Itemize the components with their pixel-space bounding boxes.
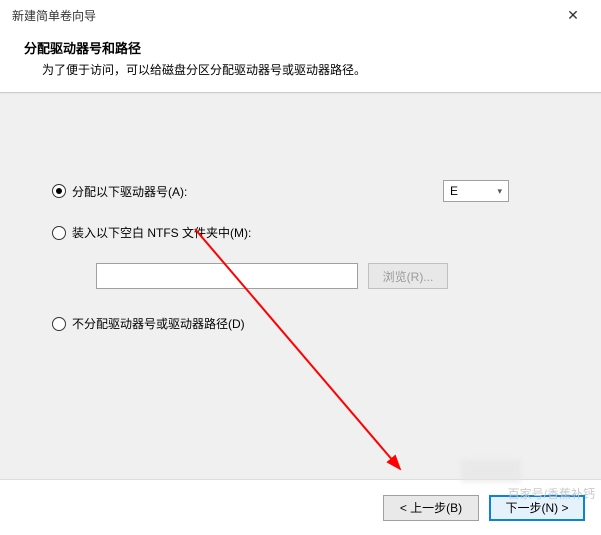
close-button[interactable]: ✕	[553, 2, 593, 28]
chevron-down-icon: ▾	[497, 186, 502, 197]
option-no-assign-label: 不分配驱动器号或驱动器路径(D)	[72, 315, 245, 332]
window-title: 新建简单卷向导	[12, 7, 96, 24]
content-panel: 分配以下驱动器号(A): E ▾ 装入以下空白 NTFS 文件夹中(M): 浏览…	[0, 93, 601, 479]
radio-assign-drive[interactable]	[52, 184, 66, 198]
close-icon: ✕	[567, 7, 579, 24]
wizard-header: 分配驱动器号和路径 为了便于访问，可以给磁盘分区分配驱动器号或驱动器路径。	[0, 30, 601, 93]
drive-letter-value: E	[450, 184, 458, 198]
wizard-footer: < 上一步(B) 下一步(N) >	[0, 479, 601, 535]
option-mount-folder[interactable]: 装入以下空白 NTFS 文件夹中(M):	[52, 224, 549, 241]
radio-no-assign[interactable]	[52, 317, 66, 331]
mount-controls: 浏览(R)...	[96, 263, 549, 289]
option-no-assign[interactable]: 不分配驱动器号或驱动器路径(D)	[52, 315, 549, 332]
mount-path-input	[96, 263, 358, 289]
browse-button: 浏览(R)...	[368, 263, 448, 289]
drive-letter-select[interactable]: E ▾	[443, 180, 509, 202]
back-button[interactable]: < 上一步(B)	[383, 495, 479, 521]
next-button[interactable]: 下一步(N) >	[489, 495, 585, 521]
title-bar: 新建简单卷向导 ✕	[0, 0, 601, 30]
radio-mount-folder[interactable]	[52, 226, 66, 240]
option-assign-drive[interactable]: 分配以下驱动器号(A): E ▾	[52, 180, 549, 202]
page-title: 分配驱动器号和路径	[24, 38, 577, 57]
page-description: 为了便于访问，可以给磁盘分区分配驱动器号或驱动器路径。	[24, 61, 577, 78]
option-mount-folder-label: 装入以下空白 NTFS 文件夹中(M):	[72, 224, 251, 241]
option-assign-drive-label: 分配以下驱动器号(A):	[72, 183, 187, 200]
